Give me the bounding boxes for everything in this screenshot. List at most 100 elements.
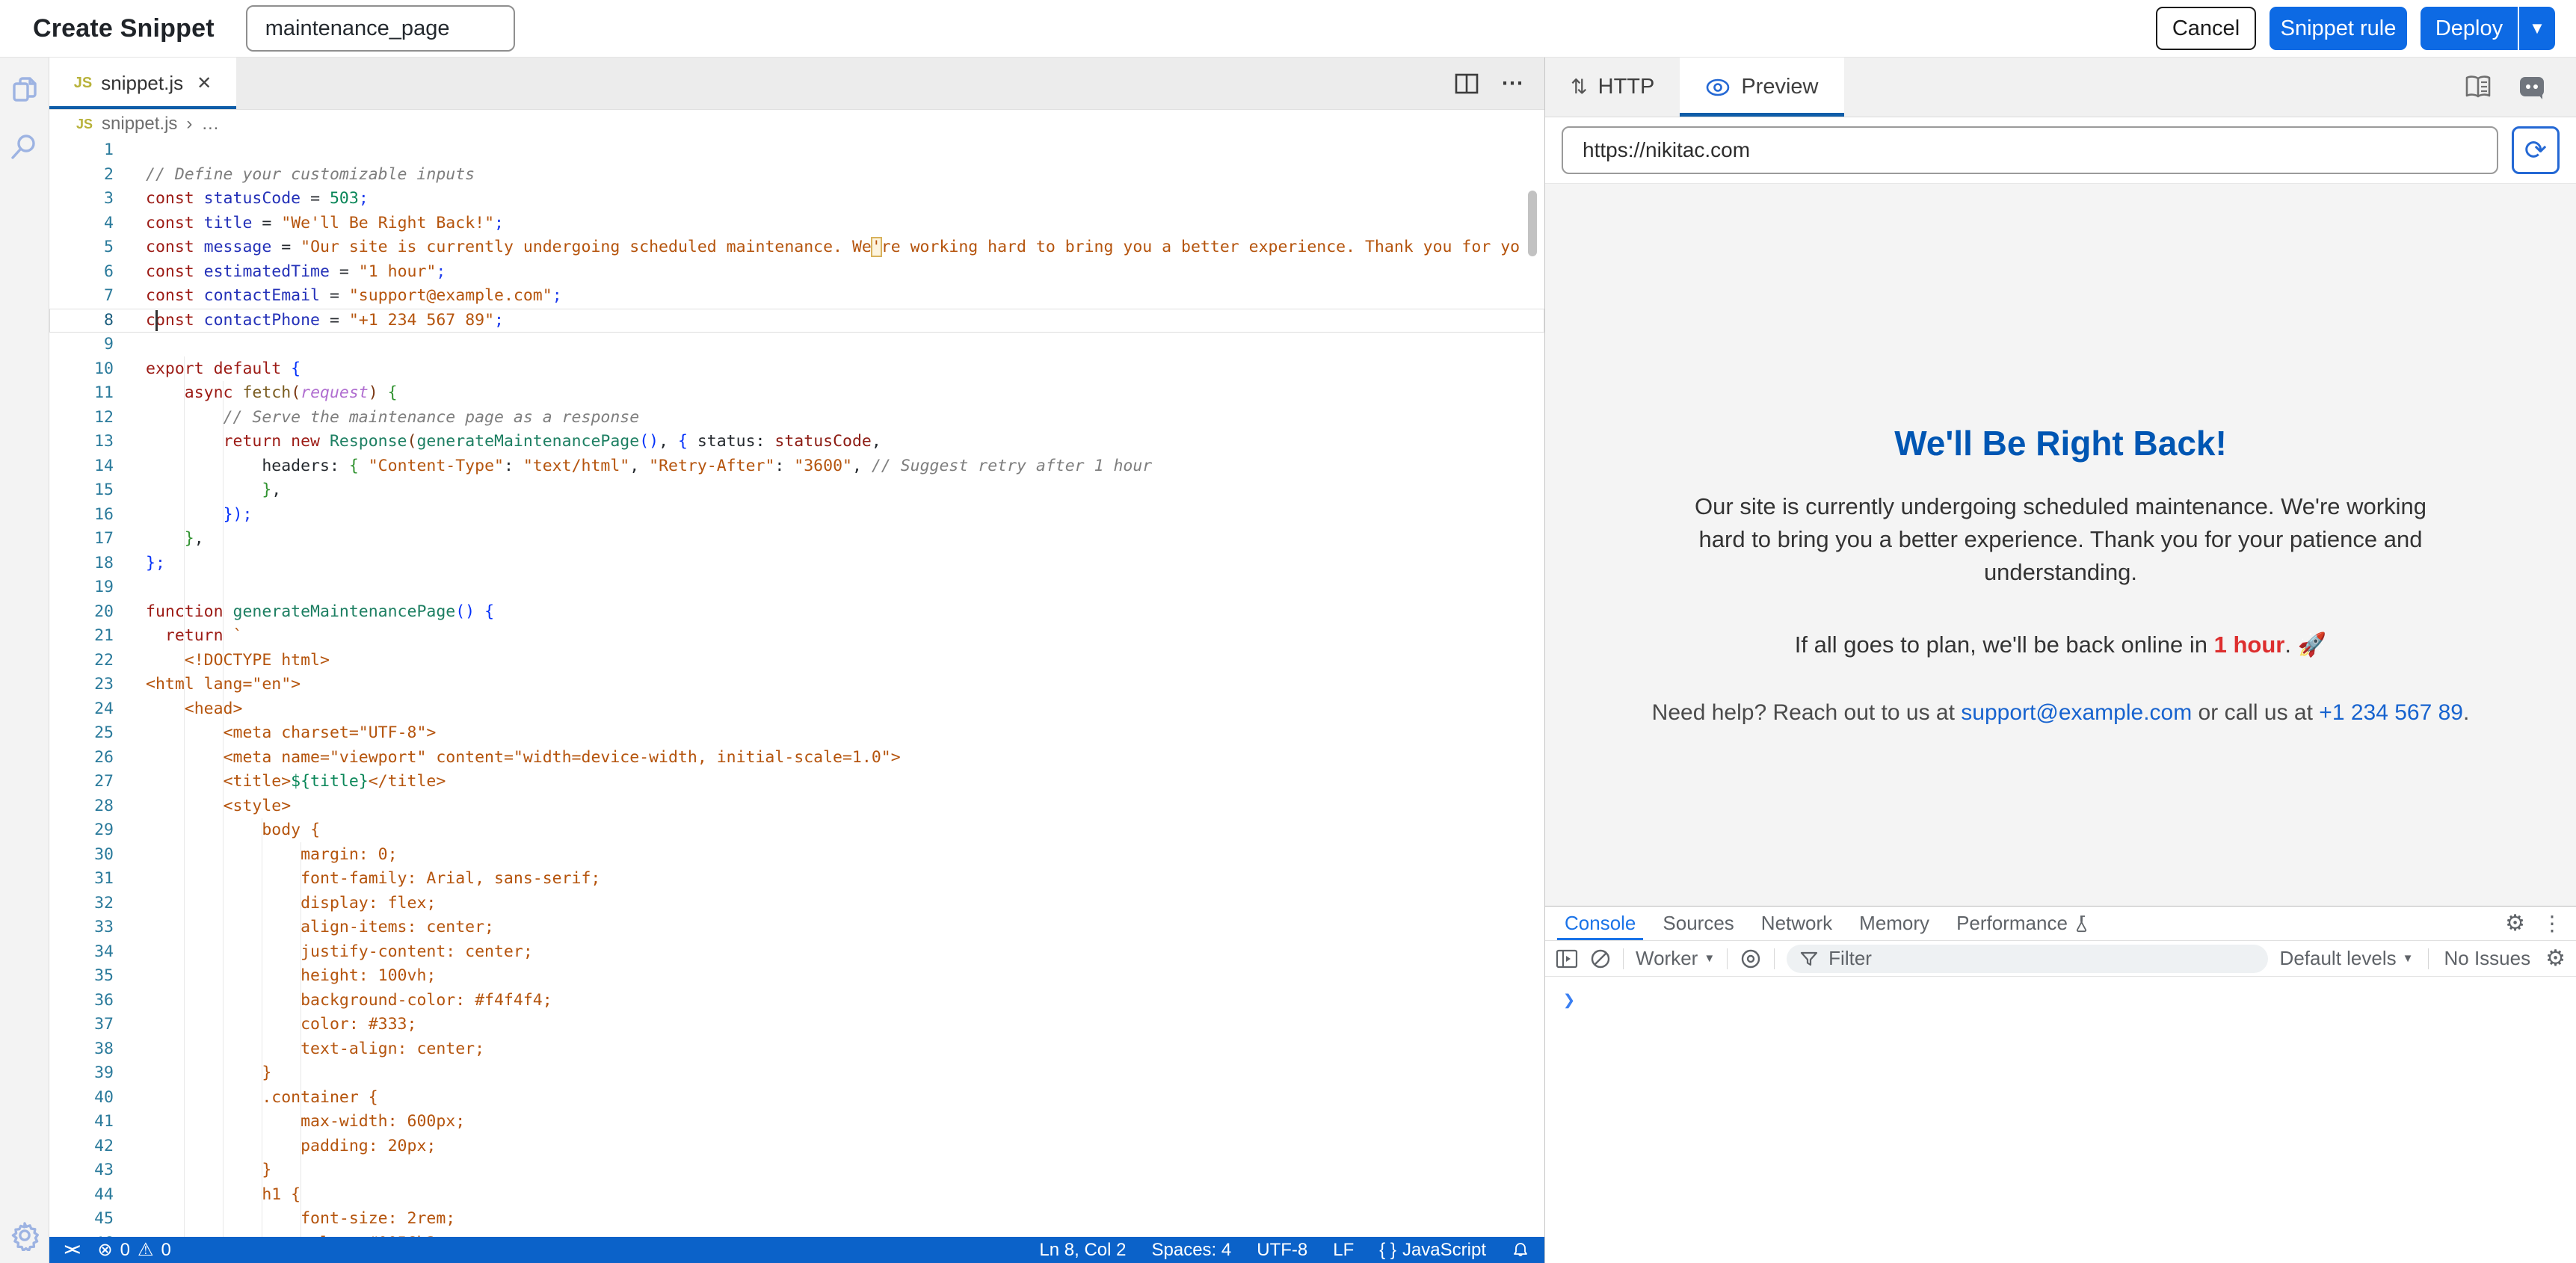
line-number[interactable]: 38: [49, 1037, 114, 1062]
line-number[interactable]: 34: [49, 940, 114, 965]
problems-indicator[interactable]: ⊗ 0 ⚠ 0: [98, 1239, 171, 1261]
code-line[interactable]: 8const contactPhone = "+1 234 567 89";: [49, 309, 1544, 333]
code-line[interactable]: 19: [49, 575, 1544, 600]
code-line[interactable]: 24 <head>: [49, 697, 1544, 722]
line-number[interactable]: 12: [49, 406, 114, 430]
line-number[interactable]: 21: [49, 624, 114, 649]
code-line[interactable]: 3const statusCode = 503;: [49, 187, 1544, 211]
code-line[interactable]: 40 .container {: [49, 1086, 1544, 1111]
devtools-tab-sources[interactable]: Sources: [1649, 907, 1747, 940]
code-line[interactable]: 39 }: [49, 1061, 1544, 1086]
code-line[interactable]: 4const title = "We'll Be Right Back!";: [49, 211, 1544, 236]
line-number[interactable]: 36: [49, 989, 114, 1013]
devtools-tab-network[interactable]: Network: [1748, 907, 1846, 940]
issues-counter[interactable]: No Issues: [2444, 947, 2530, 970]
code-line[interactable]: 31 font-family: Arial, sans-serif;: [49, 867, 1544, 892]
code-line[interactable]: 16 });: [49, 503, 1544, 528]
line-number[interactable]: 20: [49, 600, 114, 625]
code-line[interactable]: 37 color: #333;: [49, 1013, 1544, 1037]
line-number[interactable]: 35: [49, 964, 114, 989]
code-line[interactable]: 42 padding: 20px;: [49, 1134, 1544, 1159]
line-number[interactable]: 1: [49, 138, 114, 163]
line-number[interactable]: 26: [49, 746, 114, 771]
code-line[interactable]: 6const estimatedTime = "1 hour";: [49, 260, 1544, 285]
snippet-name-input[interactable]: [246, 5, 515, 52]
line-number[interactable]: 14: [49, 454, 114, 479]
code-line[interactable]: 45 font-size: 2rem;: [49, 1207, 1544, 1232]
line-number[interactable]: 25: [49, 721, 114, 746]
code-line[interactable]: 29 body {: [49, 818, 1544, 843]
code-line[interactable]: 46 color: #0056b3;: [49, 1232, 1544, 1238]
code-line[interactable]: 33 align-items: center;: [49, 915, 1544, 940]
devtools-tab-memory[interactable]: Memory: [1846, 907, 1943, 940]
code-line[interactable]: 14 headers: { "Content-Type": "text/html…: [49, 454, 1544, 479]
code-line[interactable]: 38 text-align: center;: [49, 1037, 1544, 1062]
line-number[interactable]: 17: [49, 527, 114, 552]
code-line[interactable]: 12 // Serve the maintenance page as a re…: [49, 406, 1544, 430]
encoding-setting[interactable]: UTF-8: [1257, 1240, 1307, 1261]
breadcrumb[interactable]: JS snippet.js › …: [49, 110, 1544, 138]
files-icon[interactable]: [9, 74, 40, 105]
code-line[interactable]: 17 },: [49, 527, 1544, 552]
line-number[interactable]: 16: [49, 503, 114, 528]
line-number[interactable]: 44: [49, 1183, 114, 1208]
refresh-button[interactable]: ⟳: [2512, 126, 2560, 174]
code-line[interactable]: 32 display: flex;: [49, 892, 1544, 916]
editor-scrollbar-thumb[interactable]: [1528, 191, 1537, 256]
console-sidebar-icon[interactable]: [1556, 949, 1578, 969]
line-number[interactable]: 4: [49, 211, 114, 236]
cancel-button[interactable]: Cancel: [2156, 7, 2256, 50]
line-number[interactable]: 2: [49, 163, 114, 188]
context-selector[interactable]: Worker ▼: [1636, 947, 1715, 970]
line-number[interactable]: 39: [49, 1061, 114, 1086]
line-number[interactable]: 15: [49, 478, 114, 503]
discord-icon[interactable]: [2518, 73, 2546, 102]
line-number[interactable]: 10: [49, 357, 114, 382]
line-number[interactable]: 22: [49, 649, 114, 673]
tab-preview[interactable]: Preview: [1680, 58, 1843, 117]
console-settings-gear-icon[interactable]: ⚙: [2545, 945, 2566, 972]
code-line[interactable]: 27 <title>${title}</title>: [49, 770, 1544, 794]
tab-http[interactable]: ⇅ HTTP: [1545, 58, 1680, 117]
line-number[interactable]: 3: [49, 187, 114, 211]
code-editor[interactable]: 12// Define your customizable inputs3con…: [49, 138, 1544, 1237]
code-line[interactable]: 23<html lang="en">: [49, 673, 1544, 697]
search-icon[interactable]: [9, 131, 40, 162]
code-line[interactable]: 1: [49, 138, 1544, 163]
devtools-tab-console[interactable]: Console: [1551, 907, 1649, 940]
console-filter-input[interactable]: Filter: [1787, 945, 2267, 973]
code-line[interactable]: 21 return `: [49, 624, 1544, 649]
console-output[interactable]: ❯: [1545, 977, 2576, 1263]
code-line[interactable]: 7const contactEmail = "support@example.c…: [49, 284, 1544, 309]
line-number[interactable]: 7: [49, 284, 114, 309]
code-line[interactable]: 43 }: [49, 1158, 1544, 1183]
tab-close-icon[interactable]: ✕: [197, 72, 212, 94]
live-expression-eye-icon[interactable]: [1740, 948, 1762, 970]
line-number[interactable]: 30: [49, 843, 114, 868]
line-number[interactable]: 19: [49, 575, 114, 600]
settings-gear-icon[interactable]: [9, 1220, 40, 1251]
code-line[interactable]: 18};: [49, 552, 1544, 576]
line-number[interactable]: 27: [49, 770, 114, 794]
line-number[interactable]: 18: [49, 552, 114, 576]
url-input[interactable]: [1562, 126, 2498, 174]
breadcrumb-more[interactable]: …: [201, 114, 219, 135]
code-line[interactable]: 2// Define your customizable inputs: [49, 163, 1544, 188]
deploy-dropdown-button[interactable]: ▼: [2519, 7, 2555, 50]
devtools-tab-performance[interactable]: Performance: [1943, 907, 2104, 940]
code-line[interactable]: 11 async fetch(request) {: [49, 381, 1544, 406]
line-number[interactable]: 8: [49, 309, 114, 333]
log-levels-selector[interactable]: Default levels ▼: [2280, 947, 2414, 970]
eol-setting[interactable]: LF: [1333, 1240, 1354, 1261]
code-line[interactable]: 25 <meta charset="UTF-8">: [49, 721, 1544, 746]
line-number[interactable]: 9: [49, 333, 114, 357]
line-number[interactable]: 24: [49, 697, 114, 722]
indentation-setting[interactable]: Spaces: 4: [1152, 1240, 1232, 1261]
line-number[interactable]: 41: [49, 1110, 114, 1134]
code-line[interactable]: 9: [49, 333, 1544, 357]
snippet-rule-button[interactable]: Snippet rule: [2270, 7, 2407, 50]
docs-book-icon[interactable]: [2464, 75, 2492, 100]
code-line[interactable]: 26 <meta name="viewport" content="width=…: [49, 746, 1544, 771]
notifications-bell-icon[interactable]: [1512, 1241, 1529, 1259]
line-number[interactable]: 28: [49, 794, 114, 819]
